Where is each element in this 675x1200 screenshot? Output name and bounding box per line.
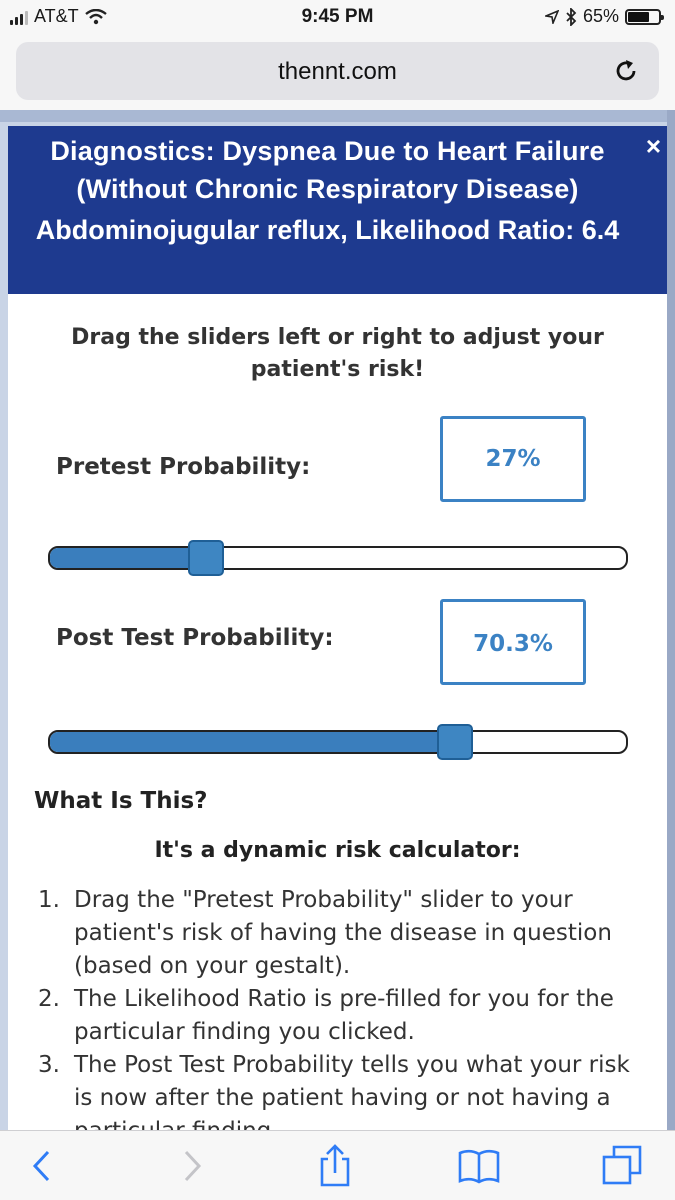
back-icon[interactable] [20, 1143, 66, 1189]
tabs-icon[interactable] [600, 1143, 646, 1189]
posttest-slider[interactable] [48, 724, 628, 760]
what-is-this-heading: What Is This? [34, 788, 208, 814]
pretest-slider-fill [50, 548, 206, 568]
step-text: The Post Test Probability tells you what… [74, 1052, 630, 1130]
step-number: 3. [38, 1052, 60, 1078]
url-text[interactable]: thennt.com [16, 58, 659, 86]
posttest-label: Post Test Probability: [56, 625, 334, 651]
reload-icon[interactable] [611, 56, 641, 86]
steps-list: 1. Drag the "Pretest Probability" slider… [38, 884, 638, 1130]
forward-icon[interactable] [168, 1143, 214, 1189]
pretest-value-box[interactable]: 27% [440, 416, 586, 502]
close-icon[interactable]: × [646, 132, 661, 160]
address-bar[interactable]: thennt.com [16, 42, 659, 100]
status-bar: AT&T 9:45 PM 65% [0, 0, 675, 38]
pretest-slider-thumb[interactable] [188, 540, 224, 576]
posttest-slider-thumb[interactable] [437, 724, 473, 760]
posttest-value-box: 70.3% [440, 599, 586, 685]
modal-subtitle: Abdominojugular reflux, Likelihood Ratio… [35, 215, 620, 245]
list-item: 2. The Likelihood Ratio is pre-filled fo… [38, 983, 638, 1049]
address-bar-area: thennt.com [0, 38, 675, 110]
step-text: Drag the "Pretest Probability" slider to… [74, 887, 612, 979]
battery-icon [625, 8, 664, 25]
calculator-heading: It's a dynamic risk calculator: [154, 838, 521, 863]
step-text: The Likelihood Ratio is pre-filled for y… [74, 986, 614, 1045]
step-number: 1. [38, 887, 60, 913]
modal-title: Diagnostics: Dyspnea Due to Heart Failur… [50, 136, 605, 204]
bookmarks-icon[interactable] [456, 1143, 502, 1189]
modal-header: Diagnostics: Dyspnea Due to Heart Failur… [8, 126, 667, 294]
step-number: 2. [38, 986, 60, 1012]
battery-percent: 65% [582, 6, 619, 26]
status-right: 65% [544, 6, 664, 27]
pretest-label: Pretest Probability: [56, 454, 311, 480]
pretest-slider[interactable] [48, 540, 628, 576]
list-item: 1. Drag the "Pretest Probability" slider… [38, 884, 638, 983]
risk-calculator-modal: Diagnostics: Dyspnea Due to Heart Failur… [8, 126, 667, 1130]
browser-toolbar [0, 1130, 675, 1200]
posttest-slider-fill [50, 732, 455, 752]
location-arrow-icon [544, 9, 559, 24]
bluetooth-icon [566, 7, 577, 26]
list-item: 3. The Post Test Probability tells you w… [38, 1049, 638, 1130]
instructions: Drag the sliders left or right to adjust… [71, 325, 604, 382]
share-icon[interactable] [312, 1143, 358, 1189]
